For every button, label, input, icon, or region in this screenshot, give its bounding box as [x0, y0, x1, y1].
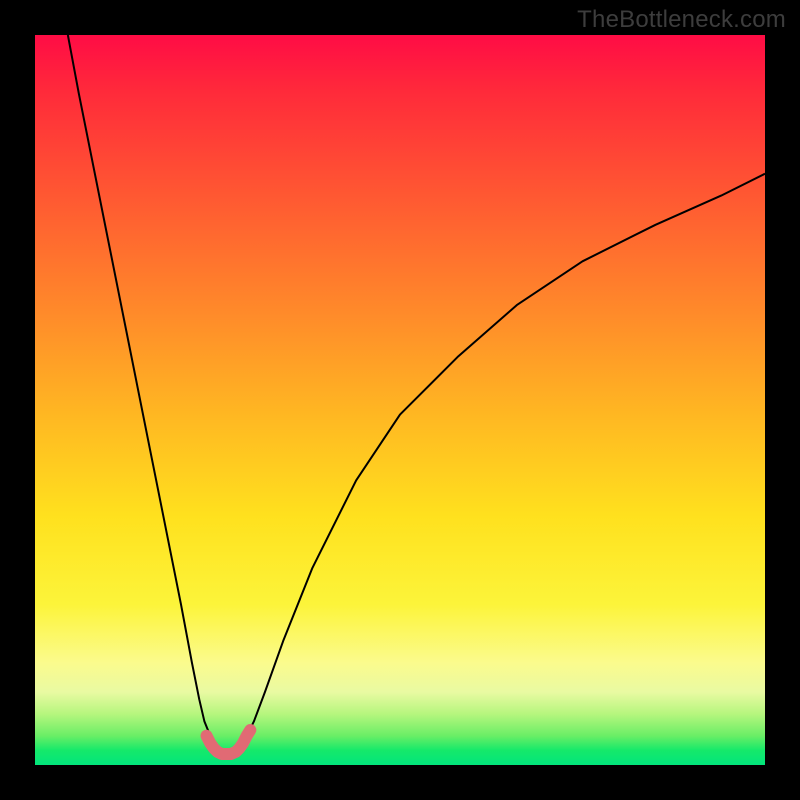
series-left-branch	[68, 35, 216, 743]
series-right-branch	[241, 174, 765, 743]
chart-overlay	[35, 35, 765, 765]
series-bottom-link	[207, 730, 251, 754]
watermark-text: TheBottleneck.com	[577, 6, 786, 34]
plot-area	[35, 35, 765, 765]
chart-frame: TheBottleneck.com	[0, 0, 800, 800]
